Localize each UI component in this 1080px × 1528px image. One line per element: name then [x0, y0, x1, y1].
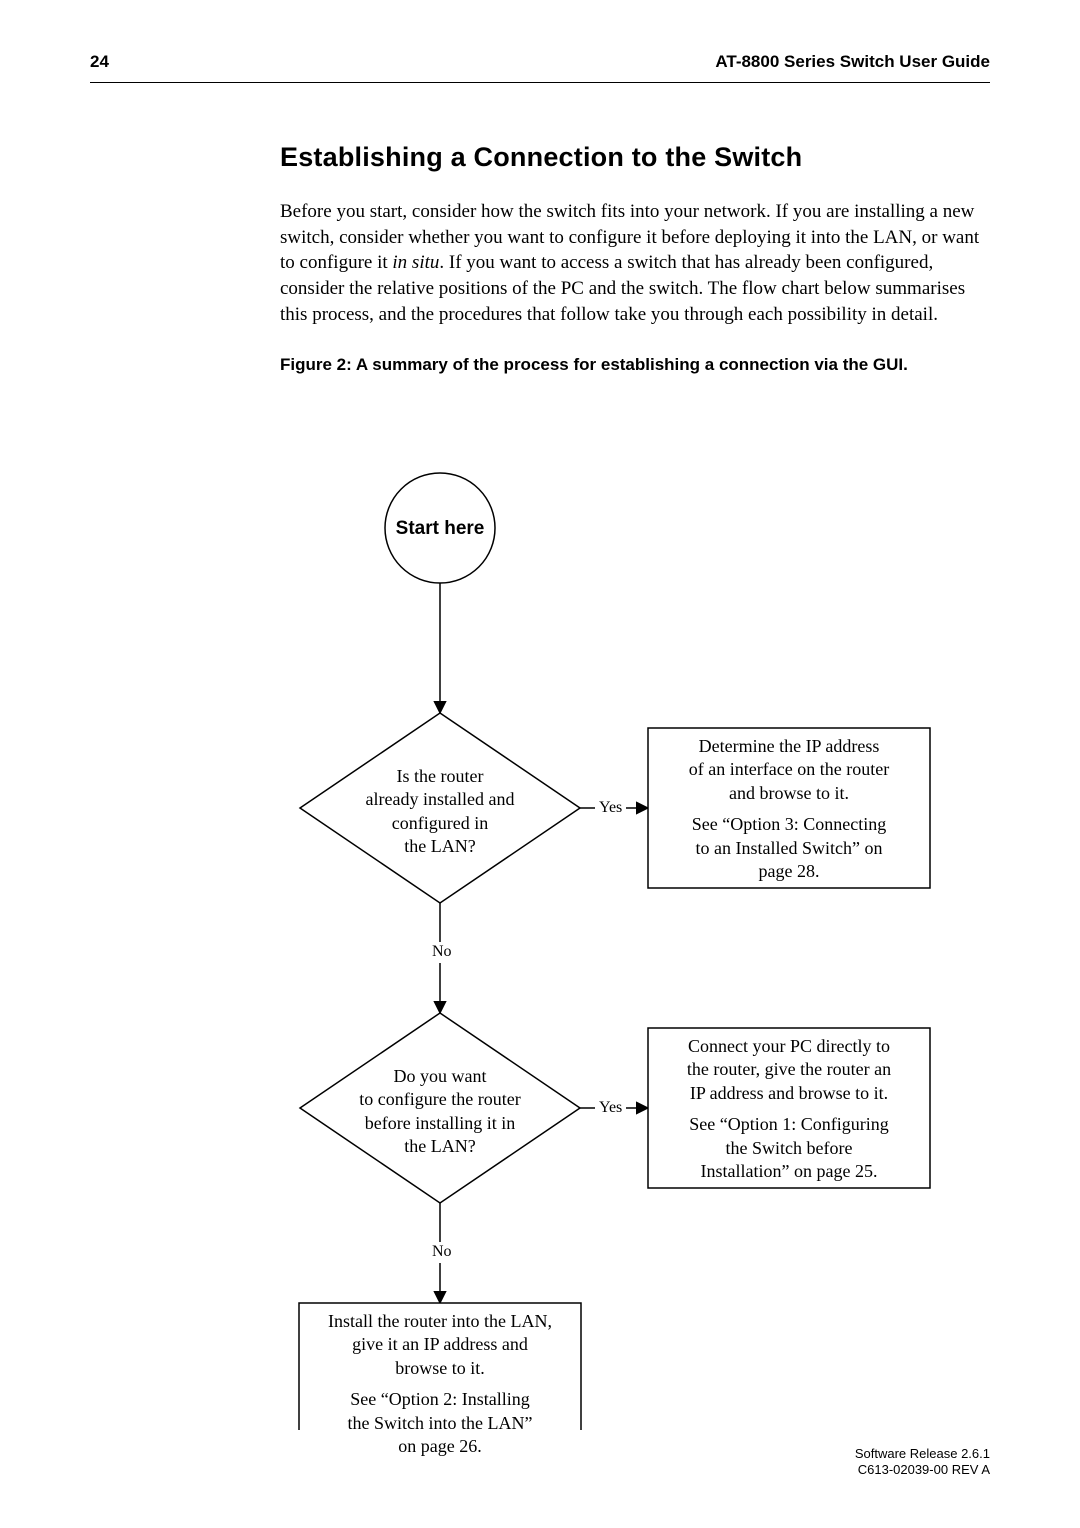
d2-l3: before installing it in [335, 1112, 545, 1135]
page: 24 AT-8800 Series Switch User Guide Esta… [0, 0, 1080, 1528]
footer-release: Software Release 2.6.1 [855, 1446, 990, 1462]
decision-1-text: Is the router already installed and conf… [335, 765, 545, 859]
edge-label-yes-2: Yes [595, 1098, 626, 1119]
d2-l4: the LAN? [335, 1135, 545, 1158]
flowchart: Start here Is the router already install… [280, 470, 1000, 1430]
b1-l3: and browse to it. [658, 782, 920, 805]
b1-ref3: page 28. [658, 860, 920, 883]
b2-l3: IP address and browse to it. [658, 1082, 920, 1105]
section-title: Establishing a Connection to the Switch [280, 142, 990, 173]
b2-l2: the router, give the router an [658, 1058, 920, 1081]
decision-2-text: Do you want to configure the router befo… [335, 1065, 545, 1159]
b3-ref3: on page 26. [309, 1435, 571, 1458]
b3-l3: browse to it. [309, 1357, 571, 1380]
d2-l1: Do you want [335, 1065, 545, 1088]
figure-caption: Figure 2: A summary of the process for e… [280, 355, 990, 375]
page-number: 24 [90, 52, 109, 72]
edge-label-no-1: No [428, 942, 456, 963]
process-box-2-text: Connect your PC directly to the router, … [658, 1035, 920, 1183]
d1-l3: configured in [335, 812, 545, 835]
process-box-1-text: Determine the IP address of an interface… [658, 735, 920, 883]
b1-ref1: See “Option 3: Connecting [658, 813, 920, 836]
intro-text-em: in situ [392, 252, 439, 273]
b1-l1: Determine the IP address [658, 735, 920, 758]
footer-partno: C613-02039-00 REV A [855, 1462, 990, 1478]
edge-label-yes-1: Yes [595, 798, 626, 819]
document-title: AT-8800 Series Switch User Guide [715, 52, 990, 72]
b2-ref3: Installation” on page 25. [658, 1160, 920, 1183]
d2-l2: to configure the router [335, 1088, 545, 1111]
start-label: Start here [385, 517, 495, 542]
d1-l1: Is the router [335, 765, 545, 788]
b2-ref1: See “Option 1: Configuring [658, 1113, 920, 1136]
b2-ref2: the Switch before [658, 1137, 920, 1160]
d1-l2: already installed and [335, 788, 545, 811]
edge-label-no-2: No [428, 1242, 456, 1263]
b1-l2: of an interface on the router [658, 758, 920, 781]
page-footer: Software Release 2.6.1 C613-02039-00 REV… [855, 1446, 990, 1479]
page-header: 24 AT-8800 Series Switch User Guide [90, 52, 990, 83]
intro-paragraph: Before you start, consider how the switc… [280, 199, 990, 327]
flowchart-svg [280, 470, 1000, 1430]
b3-ref1: See “Option 2: Installing [309, 1388, 571, 1411]
b2-l1: Connect your PC directly to [658, 1035, 920, 1058]
b3-l1: Install the router into the LAN, [309, 1310, 571, 1333]
content-area: Establishing a Connection to the Switch … [280, 142, 990, 393]
b3-l2: give it an IP address and [309, 1333, 571, 1356]
b1-ref2: to an Installed Switch” on [658, 837, 920, 860]
process-box-3-text: Install the router into the LAN, give it… [309, 1310, 571, 1458]
b3-ref2: the Switch into the LAN” [309, 1412, 571, 1435]
d1-l4: the LAN? [335, 835, 545, 858]
